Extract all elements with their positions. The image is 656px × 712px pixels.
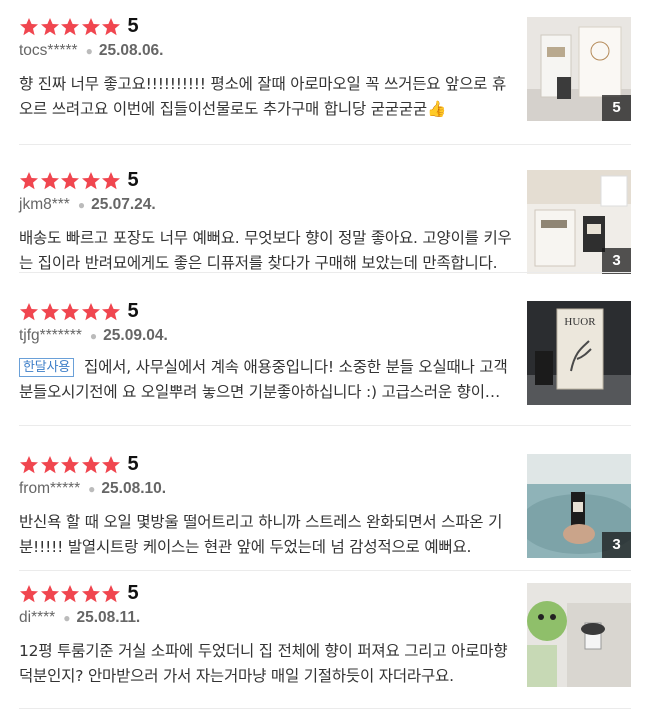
photo-count-badge: 3 bbox=[602, 248, 631, 274]
star-icon bbox=[102, 455, 120, 473]
review-date: 25.08.06. bbox=[98, 42, 164, 59]
star-icon bbox=[61, 302, 79, 320]
star-icon bbox=[20, 455, 38, 473]
review-meta: tjfg******* ● 25.09.04. bbox=[19, 327, 168, 344]
review-text-content: 집에서, 사무실에서 계속 애용중입니다! 소중한 분들 오실때나 고객분들오시… bbox=[19, 358, 508, 401]
rating-score: 5 bbox=[127, 453, 139, 475]
star-icon bbox=[61, 584, 79, 602]
star-icon bbox=[61, 17, 79, 35]
reviewer-id: di**** bbox=[19, 609, 56, 626]
divider bbox=[19, 272, 631, 273]
rating-score: 5 bbox=[127, 300, 139, 322]
review-text[interactable]: 배송도 빠르고 포장도 너무 예뻐요. 무엇보다 향이 정말 좋아요. 고양이를… bbox=[19, 226, 513, 276]
review-text[interactable]: 12평 투룸기준 거실 소파에 두었더니 집 전체에 향이 퍼져요 그리고 아로… bbox=[19, 639, 513, 689]
star-rating: 5 bbox=[19, 453, 139, 476]
review-text[interactable]: 한달사용 집에서, 사무실에서 계속 애용중입니다! 소중한 분들 오실때나 고객… bbox=[19, 355, 513, 405]
divider bbox=[19, 708, 631, 709]
star-icon bbox=[40, 455, 59, 473]
review-text-content: 12평 투룸기준 거실 소파에 두었더니 집 전체에 향이 퍼져요 그리고 아로… bbox=[19, 642, 508, 685]
review-photo[interactable]: HUOR bbox=[527, 301, 631, 405]
product-photo-image: HUOR bbox=[527, 301, 631, 405]
review-date: 25.08.11. bbox=[76, 609, 141, 626]
review-text-content: 반신욕 할 때 오일 몇방울 떨어트리고 하니까 스트레스 완화되면서 스파온 … bbox=[19, 513, 503, 556]
reviewer-id: tjfg******* bbox=[19, 327, 82, 344]
star-icon bbox=[20, 584, 38, 602]
divider bbox=[19, 570, 631, 571]
star-icon bbox=[20, 302, 38, 320]
photo-count-badge: 5 bbox=[602, 95, 631, 121]
review-meta: di**** ● 25.08.11. bbox=[19, 609, 141, 626]
star-icon bbox=[81, 302, 100, 320]
star-icon bbox=[102, 302, 120, 320]
review-photo[interactable]: 5 bbox=[527, 17, 631, 121]
reviewer-id: jkm8*** bbox=[19, 196, 70, 213]
review-photo[interactable] bbox=[527, 583, 631, 687]
rating-score: 5 bbox=[127, 169, 139, 191]
star-rating: 5 bbox=[19, 300, 139, 323]
star-rating: 5 bbox=[19, 169, 139, 192]
rating-score: 5 bbox=[127, 582, 139, 604]
product-photo-image bbox=[527, 583, 631, 687]
star-icon bbox=[81, 584, 100, 602]
review-text-content: 배송도 빠르고 포장도 너무 예뻐요. 무엇보다 향이 정말 좋아요. 고양이를… bbox=[19, 229, 512, 272]
star-icon bbox=[61, 455, 79, 473]
star-icon bbox=[102, 17, 120, 35]
usage-period-badge: 한달사용 bbox=[19, 358, 75, 377]
product-label: HUOR bbox=[564, 316, 596, 328]
photo-count-badge: 3 bbox=[602, 532, 631, 558]
divider bbox=[19, 144, 631, 145]
review-text-content: 향 진짜 너무 좋고요!!!!!!!!!! 평소에 잘때 아로마오일 꼭 쓰거든… bbox=[19, 75, 507, 118]
star-icon bbox=[81, 455, 100, 473]
reviewer-id: tocs***** bbox=[19, 42, 78, 59]
star-icon bbox=[40, 171, 59, 189]
review-photo[interactable]: 3 bbox=[527, 170, 631, 274]
review-meta: jkm8*** ● 25.07.24. bbox=[19, 196, 156, 213]
star-icon bbox=[20, 171, 38, 189]
star-icon bbox=[20, 17, 38, 35]
reviewer-id: from***** bbox=[19, 480, 81, 497]
star-icon bbox=[40, 584, 59, 602]
star-icon bbox=[102, 584, 120, 602]
star-rating: 5 bbox=[19, 15, 139, 38]
star-icon bbox=[40, 17, 59, 35]
star-icon bbox=[61, 171, 79, 189]
review-text[interactable]: 향 진짜 너무 좋고요!!!!!!!!!! 평소에 잘때 아로마오일 꼭 쓰거든… bbox=[19, 72, 513, 122]
review-date: 25.09.04. bbox=[103, 327, 168, 344]
review-photo[interactable]: 3 bbox=[527, 454, 631, 558]
star-icon bbox=[102, 171, 120, 189]
review-meta: from***** ● 25.08.10. bbox=[19, 480, 167, 497]
divider bbox=[19, 425, 631, 426]
star-rating: 5 bbox=[19, 582, 139, 605]
review-text[interactable]: 반신욕 할 때 오일 몇방울 떨어트리고 하니까 스트레스 완화되면서 스파온 … bbox=[19, 510, 513, 560]
review-date: 25.07.24. bbox=[91, 196, 156, 213]
rating-score: 5 bbox=[127, 15, 139, 37]
star-icon bbox=[40, 302, 59, 320]
star-icon bbox=[81, 171, 100, 189]
review-date: 25.08.10. bbox=[101, 480, 167, 497]
review-meta: tocs***** ● 25.08.06. bbox=[19, 42, 164, 59]
star-icon bbox=[81, 17, 100, 35]
